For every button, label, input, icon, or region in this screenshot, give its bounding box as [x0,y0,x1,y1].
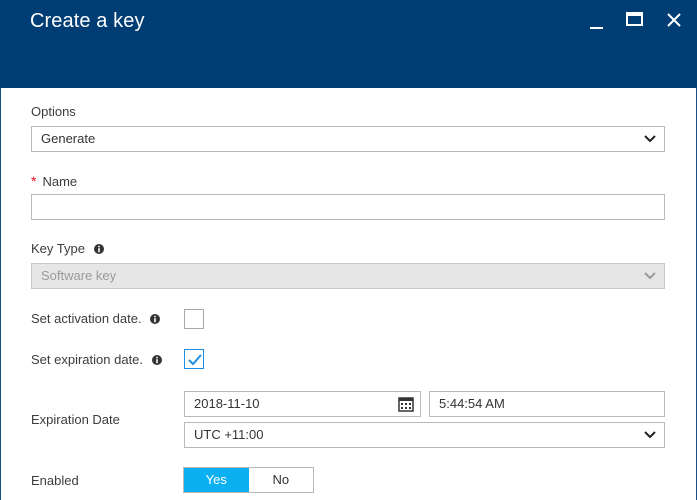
dialog-header: Create a key [0,0,697,88]
close-icon [667,13,681,27]
expiration-date-value: 2018-11-10 [194,396,260,411]
key-type-label-row: Key Type [31,241,104,256]
expiration-date-label: Expiration Date [31,412,120,427]
maximize-button[interactable] [622,8,646,32]
expiration-label-row: Set expiration date. [31,352,162,367]
key-type-value: Software key [41,268,117,283]
activation-checkbox[interactable] [184,309,204,329]
minimize-button[interactable] [584,8,608,32]
chevron-down-icon [644,135,656,143]
timezone-value: UTC +11:00 [194,427,264,442]
close-button[interactable] [662,8,686,32]
enabled-yes-option[interactable]: Yes [184,468,249,492]
expiration-checkbox[interactable] [184,349,204,369]
activation-label-row: Set activation date. [31,311,161,326]
timezone-select[interactable]: UTC +11:00 [184,422,665,448]
required-asterisk: * [31,173,37,189]
chevron-down-icon [644,272,656,280]
enabled-toggle[interactable]: Yes No [183,467,314,493]
minimize-icon [590,27,603,29]
info-icon[interactable] [151,354,162,365]
name-label-row: * Name [31,173,77,189]
info-icon[interactable] [93,243,104,254]
options-select[interactable]: Generate [31,126,665,152]
maximize-icon [626,12,643,26]
expiration-time-input[interactable]: 5:44:54 AM [429,391,665,417]
checkmark-icon [188,354,202,366]
dialog-title: Create a key [30,10,145,32]
options-label: Options [31,104,76,119]
key-type-label: Key Type [31,241,85,256]
expiration-label: Set expiration date. [31,352,144,367]
enabled-no-option[interactable]: No [248,468,313,492]
key-type-select: Software key [31,263,665,289]
name-input[interactable] [31,194,665,220]
expiration-date-input[interactable]: 2018-11-10 [184,391,421,417]
enabled-label: Enabled [31,473,79,488]
info-icon[interactable] [150,313,161,324]
activation-label: Set activation date. [31,311,142,326]
options-select-value: Generate [41,131,96,146]
calendar-icon[interactable] [398,396,414,412]
name-label: Name [42,174,78,189]
chevron-down-icon [644,431,656,439]
